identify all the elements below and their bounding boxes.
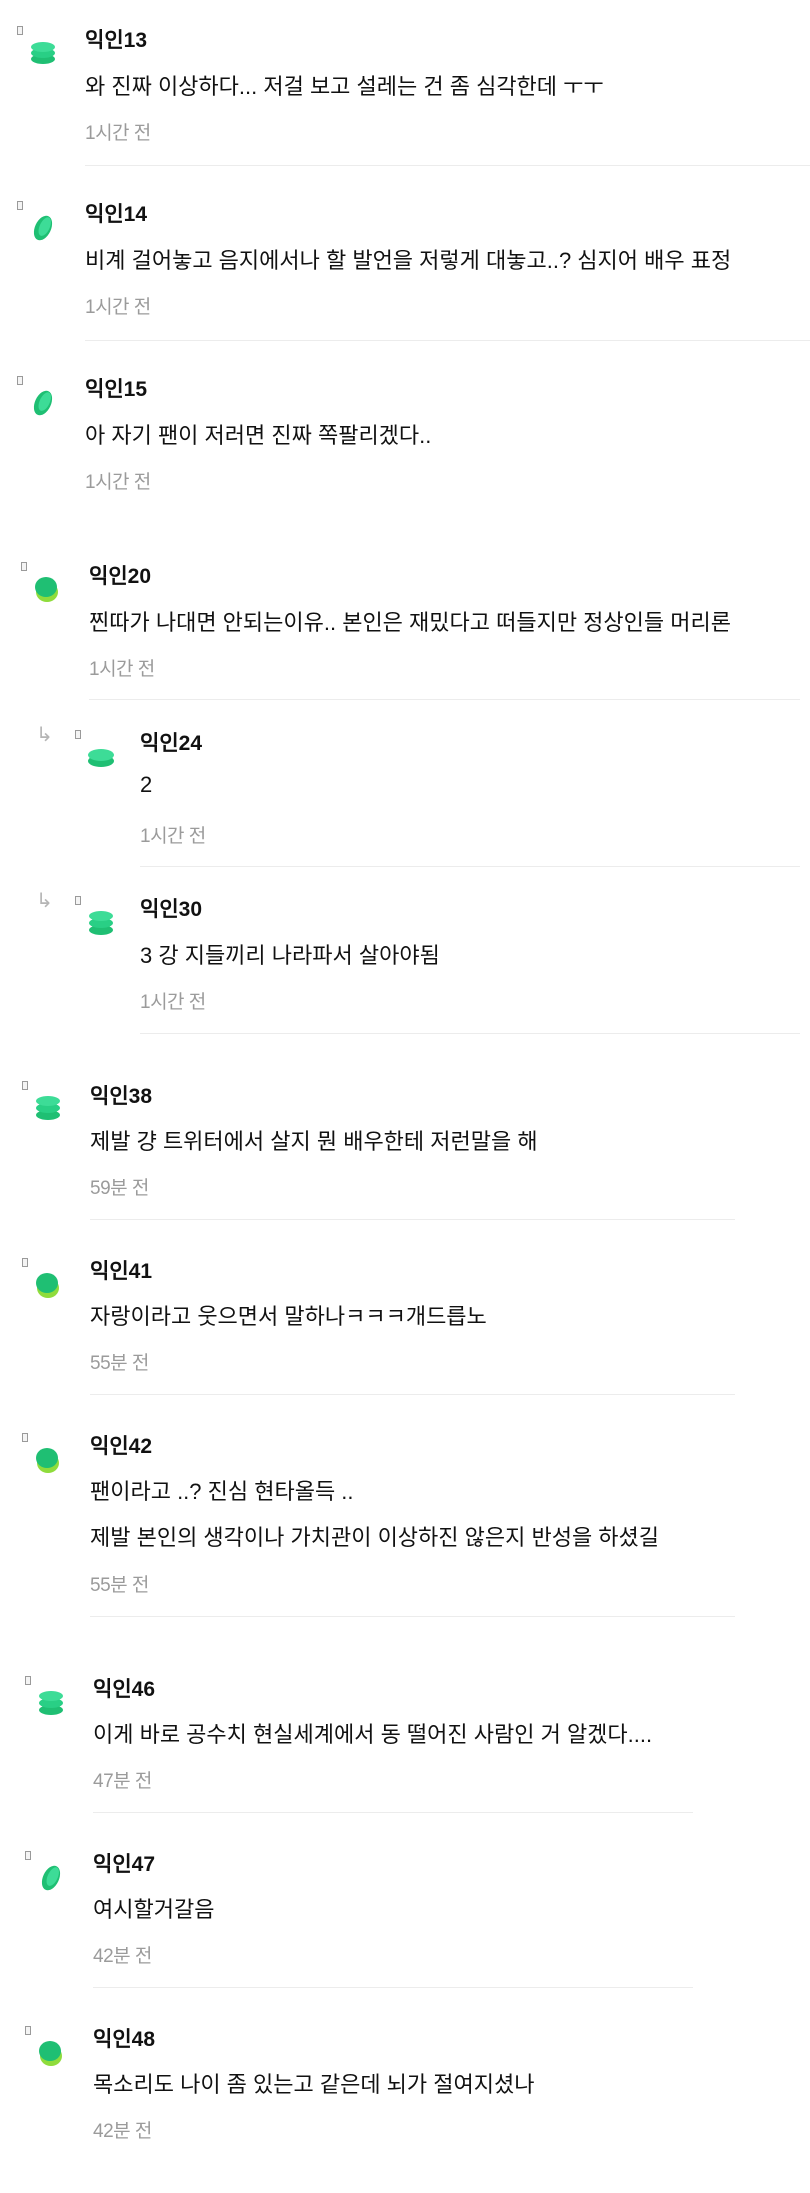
badge-icon xyxy=(25,1851,31,1860)
blob-icon[interactable] xyxy=(30,572,64,606)
comment-divider xyxy=(93,1812,693,1813)
comment-text: 찐따가 나대면 안되는이유.. 본인은 재밌다고 떠들지만 정상인들 머리론 xyxy=(89,610,731,635)
badge-icon xyxy=(17,26,23,35)
comment-text: 2 xyxy=(140,772,153,797)
comment-text: 제발 걍 트위터에서 살지 뭔 배우한테 저런말을 해 xyxy=(90,1129,538,1154)
coin-stack-icon[interactable] xyxy=(34,1686,68,1720)
comment-time: 42분 전 xyxy=(93,2121,152,2142)
comment-divider xyxy=(140,1033,800,1034)
comment-author[interactable]: 익인41 xyxy=(90,1255,152,1285)
comment-author[interactable]: 익인47 xyxy=(93,1848,155,1878)
comment-author[interactable]: 익인15 xyxy=(85,373,147,403)
badge-icon xyxy=(75,896,81,905)
comment-text: 목소리도 나이 좀 있는고 같은데 뇌가 절여지셨나 xyxy=(93,2072,535,2097)
comment-author[interactable]: 익인24 xyxy=(140,727,202,757)
blob-icon[interactable] xyxy=(34,2036,68,2070)
comment-time: 1시간 전 xyxy=(85,472,151,493)
badge-icon xyxy=(25,1676,31,1685)
badge-icon xyxy=(17,376,23,385)
comment-divider xyxy=(140,866,800,867)
badge-icon xyxy=(25,2026,31,2035)
comment-text: 3 강 지들끼리 나라파서 살아야됨 xyxy=(140,943,440,968)
comment-time: 42분 전 xyxy=(93,1946,152,1967)
leaf-icon[interactable] xyxy=(26,386,60,420)
comment-text: 팬이라고 ..? 진심 현타올득 .. xyxy=(90,1479,354,1504)
comment-text: 이게 바로 공수치 현실세계에서 동 떨어진 사람인 거 알겠다.... xyxy=(93,1722,653,1747)
coin-stack-icon[interactable] xyxy=(84,740,118,774)
leaf-icon[interactable] xyxy=(26,211,60,245)
comment-divider xyxy=(90,1616,735,1617)
comment-time: 47분 전 xyxy=(93,1771,152,1792)
comment-time: 1시간 전 xyxy=(140,826,206,847)
comment-text: 비계 걸어놓고 음지에서나 할 발언을 저렇게 대놓고..? 심지어 배우 표정 xyxy=(85,248,732,273)
comment-divider xyxy=(85,165,810,166)
coin-stack-icon[interactable] xyxy=(26,36,60,70)
comment-divider xyxy=(85,340,810,341)
comment-author[interactable]: 익인13 xyxy=(85,24,147,54)
comment-time: 59분 전 xyxy=(90,1178,149,1199)
comment-text: 제발 본인의 생각이나 가치관이 이상하진 않은지 반성을 하셨길 xyxy=(90,1525,660,1550)
comment-author[interactable]: 익인48 xyxy=(93,2023,155,2053)
badge-icon xyxy=(17,201,23,210)
comment-author[interactable]: 익인38 xyxy=(90,1080,152,1110)
comment-time: 1시간 전 xyxy=(85,297,151,318)
badge-icon xyxy=(22,1258,28,1267)
blob-icon[interactable] xyxy=(31,1268,65,1302)
leaf-icon[interactable] xyxy=(34,1861,68,1895)
comment-item: 익인13 와 진짜 이상하다... 저걸 보고 설레는 건 좀 심각한데 ㅜㅜ … xyxy=(0,0,810,170)
comment-author[interactable]: 익인30 xyxy=(140,893,202,923)
reply-arrow-icon: ↳ xyxy=(36,888,53,912)
comment-time: 1시간 전 xyxy=(140,992,206,1013)
badge-icon xyxy=(21,562,27,571)
comment-time: 55분 전 xyxy=(90,1575,149,1596)
comment-author[interactable]: 익인42 xyxy=(90,1430,152,1460)
comment-text: 와 진짜 이상하다... 저걸 보고 설레는 건 좀 심각한데 ㅜㅜ xyxy=(85,74,604,99)
comment-author[interactable]: 익인46 xyxy=(93,1673,155,1703)
badge-icon xyxy=(22,1081,28,1090)
comment-divider xyxy=(90,1394,735,1395)
comment-divider xyxy=(90,1219,735,1220)
coin-stack-icon[interactable] xyxy=(84,906,118,940)
badge-icon xyxy=(22,1433,28,1442)
comment-text: 자랑이라고 웃으면서 말하나ㅋㅋㅋ개드릅노 xyxy=(90,1304,487,1329)
comment-divider xyxy=(89,699,800,700)
badge-icon xyxy=(75,730,81,739)
comment-divider xyxy=(93,1987,693,1988)
comment-time: 55분 전 xyxy=(90,1353,149,1374)
blob-icon[interactable] xyxy=(31,1443,65,1477)
reply-arrow-icon: ↳ xyxy=(36,722,53,746)
comment-text: 여시할거갈음 xyxy=(93,1897,215,1922)
comment-time: 1시간 전 xyxy=(85,123,151,144)
comment-author[interactable]: 익인20 xyxy=(89,560,151,590)
coin-stack-icon[interactable] xyxy=(31,1091,65,1125)
comment-author[interactable]: 익인14 xyxy=(85,198,147,228)
comment-time: 1시간 전 xyxy=(89,659,155,680)
comment-text: 아 자기 팬이 저러면 진짜 쪽팔리겠다.. xyxy=(85,423,432,448)
